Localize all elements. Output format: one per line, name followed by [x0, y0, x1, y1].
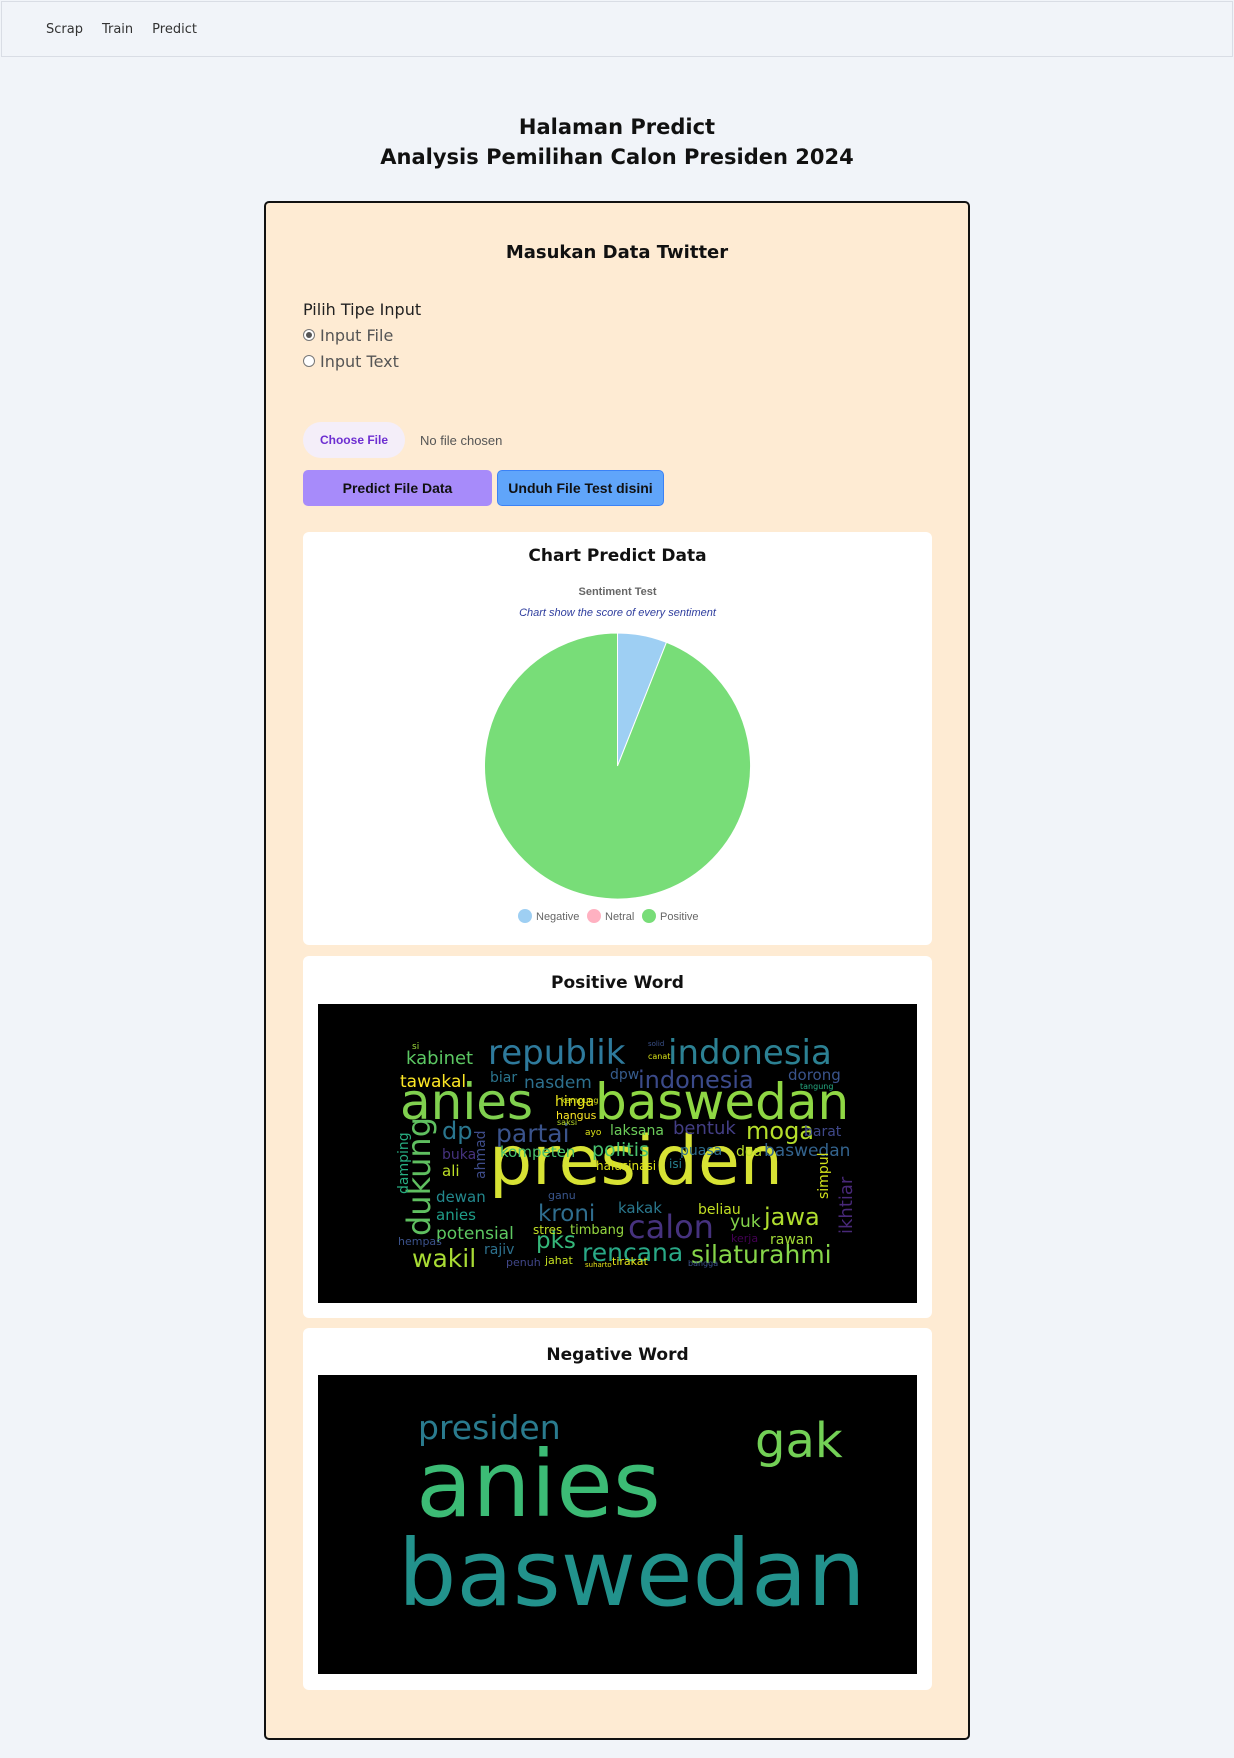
positive-wordcloud-word: kerja: [731, 1232, 758, 1245]
positive-wordcloud-word: dp: [442, 1117, 472, 1145]
page-title-line1: Halaman Predict: [518, 115, 716, 139]
positive-wordcloud-word: laksana: [610, 1123, 664, 1139]
action-buttons: Predict File Data Unduh File Test disini: [303, 470, 664, 506]
positive-wordcloud-word: saksi: [557, 1118, 577, 1127]
positive-wordcloud-word: timbang: [570, 1223, 624, 1238]
chart-subtitle: Chart show the score of every sentiment: [519, 607, 717, 619]
input-type-label: Pilih Tipe Input: [303, 300, 422, 319]
nav-link-train[interactable]: Train: [102, 22, 133, 37]
positive-wordcloud-word: si: [412, 1042, 419, 1052]
positive-wordcloud-word: baswedan: [764, 1141, 850, 1161]
page-title: Halaman Predict Analysis Pemilihan Calon…: [0, 112, 1234, 172]
positive-wordcloud-word: tirakat: [612, 1255, 649, 1268]
page-title-line2: Analysis Pemilihan Calon Presiden 2024: [380, 145, 854, 169]
file-input: Choose File No file chosen: [303, 422, 502, 458]
positive-wordcloud-word: simpul: [816, 1153, 832, 1199]
positive-wordcloud-word: hempas: [398, 1235, 442, 1248]
positive-word-panel: Positive Word presiden anies baswedan repub…: [303, 956, 932, 1318]
predict-file-button[interactable]: Predict File Data: [303, 470, 492, 506]
positive-wordcloud-word: bangga: [688, 1259, 718, 1268]
radio-button-checked[interactable]: [303, 329, 315, 341]
positive-wordcloud-word: buka: [442, 1147, 476, 1163]
positive-wordcloud-word: republik: [488, 1033, 626, 1073]
positive-wordcloud-word: canat: [648, 1052, 670, 1061]
card-title: Masukan Data Twitter: [505, 242, 729, 263]
positive-wordcloud-word: ganu: [548, 1189, 576, 1202]
positive-wordcloud-word: dewan: [436, 1188, 486, 1206]
positive-wordcloud-word: doa: [736, 1144, 762, 1160]
positive-wordcloud-word: bentuk: [673, 1118, 736, 1139]
positive-wordcloud-word: nasdem: [524, 1073, 592, 1093]
positive-wordcloud-word: ayo: [585, 1128, 602, 1138]
radio-input-text[interactable]: Input Text: [303, 348, 421, 374]
positive-wordcloud-word: solid: [648, 1040, 664, 1048]
positive-wordcloud-word: politis: [592, 1139, 649, 1161]
positive-wordcloud-word: kampung: [561, 1096, 598, 1105]
positive-wordcloud-word: barat: [804, 1124, 842, 1140]
input-type-group: Pilih Tipe Input Input File Input Text: [303, 298, 421, 374]
positive-wordcloud-word: wakil: [412, 1244, 476, 1273]
positive-wordcloud-word: kakak: [618, 1199, 662, 1217]
positive-wordcloud-word: tawakal: [400, 1072, 466, 1092]
download-test-file-button[interactable]: Unduh File Test disini: [497, 470, 664, 506]
file-status-text: No file chosen: [420, 432, 503, 448]
pie-chart: Sentiment Test Chart show the score of e…: [484, 586, 751, 923]
positive-wordcloud-word: jawa: [763, 1203, 820, 1231]
positive-wordcloud-word: yuk: [730, 1212, 761, 1232]
nav-link-predict[interactable]: Predict: [152, 22, 197, 37]
radio-button[interactable]: [303, 355, 315, 367]
negative-wordcloud-word: baswedan: [398, 1520, 866, 1627]
positive-wordcloud-word: damping: [396, 1132, 412, 1194]
legend-label-positive[interactable]: Positive: [660, 911, 699, 923]
positive-wordcloud-word: penuh: [506, 1256, 541, 1269]
pie-slice-positive[interactable]: [484, 632, 751, 900]
positive-wordcloud-word: anies: [436, 1206, 476, 1224]
negative-wordcloud: anies baswedan presiden gak: [318, 1375, 917, 1674]
legend-label-netral[interactable]: Netral: [605, 911, 634, 923]
chart-title: Sentiment Test: [578, 586, 656, 598]
positive-wordcloud-word: puasa: [680, 1143, 722, 1159]
chart-panel: Chart Predict Data Sentiment Test Chart …: [303, 532, 932, 945]
legend-swatch-negative[interactable]: [518, 909, 532, 923]
negative-word-title: Negative Word: [546, 1345, 689, 1365]
positive-wordcloud-word: dpw: [610, 1067, 639, 1083]
nav-link-scrap[interactable]: Scrap: [46, 22, 83, 37]
positive-wordcloud-word: suharto: [585, 1261, 612, 1269]
legend-swatch-netral[interactable]: [587, 909, 601, 923]
positive-wordcloud-word: biar: [490, 1070, 517, 1086]
radio-input-file[interactable]: Input File: [303, 322, 421, 348]
positive-wordcloud-word: rawan: [770, 1232, 813, 1248]
positive-wordcloud-word: kompeten: [500, 1143, 575, 1161]
positive-wordcloud-word: halusinasi: [596, 1159, 656, 1173]
positive-wordcloud-word: indonesia: [638, 1066, 754, 1094]
predict-card: Masukan Data Twitter Pilih Tipe Input In…: [264, 201, 970, 1740]
legend-swatch-positive[interactable]: [642, 909, 656, 923]
negative-wordcloud-word: gak: [755, 1413, 843, 1469]
positive-wordcloud-word: isi: [669, 1157, 682, 1171]
positive-wordcloud-word: tangung: [800, 1082, 833, 1091]
positive-wordcloud-word: stres: [533, 1223, 562, 1237]
legend-label-negative[interactable]: Negative: [536, 911, 579, 923]
radio-label-input-file: Input File: [320, 325, 394, 345]
choose-file-button[interactable]: Choose File: [303, 422, 405, 458]
positive-wordcloud: presiden anies baswedan republik indonesia in…: [318, 1004, 917, 1303]
positive-wordcloud-word: ikhtiar: [836, 1176, 857, 1234]
positive-wordcloud-word: potensial: [436, 1224, 514, 1244]
positive-word-title: Positive Word: [551, 973, 684, 993]
top-navbar: Scrap Train Predict: [1, 1, 1233, 57]
negative-word-panel: Negative Word anies baswedan presiden gak: [303, 1328, 932, 1690]
negative-wordcloud-word: presiden: [418, 1408, 561, 1447]
positive-wordcloud-word: jahat: [544, 1254, 574, 1267]
positive-wordcloud-word: ali: [442, 1162, 460, 1180]
radio-label-input-text: Input Text: [320, 351, 399, 371]
